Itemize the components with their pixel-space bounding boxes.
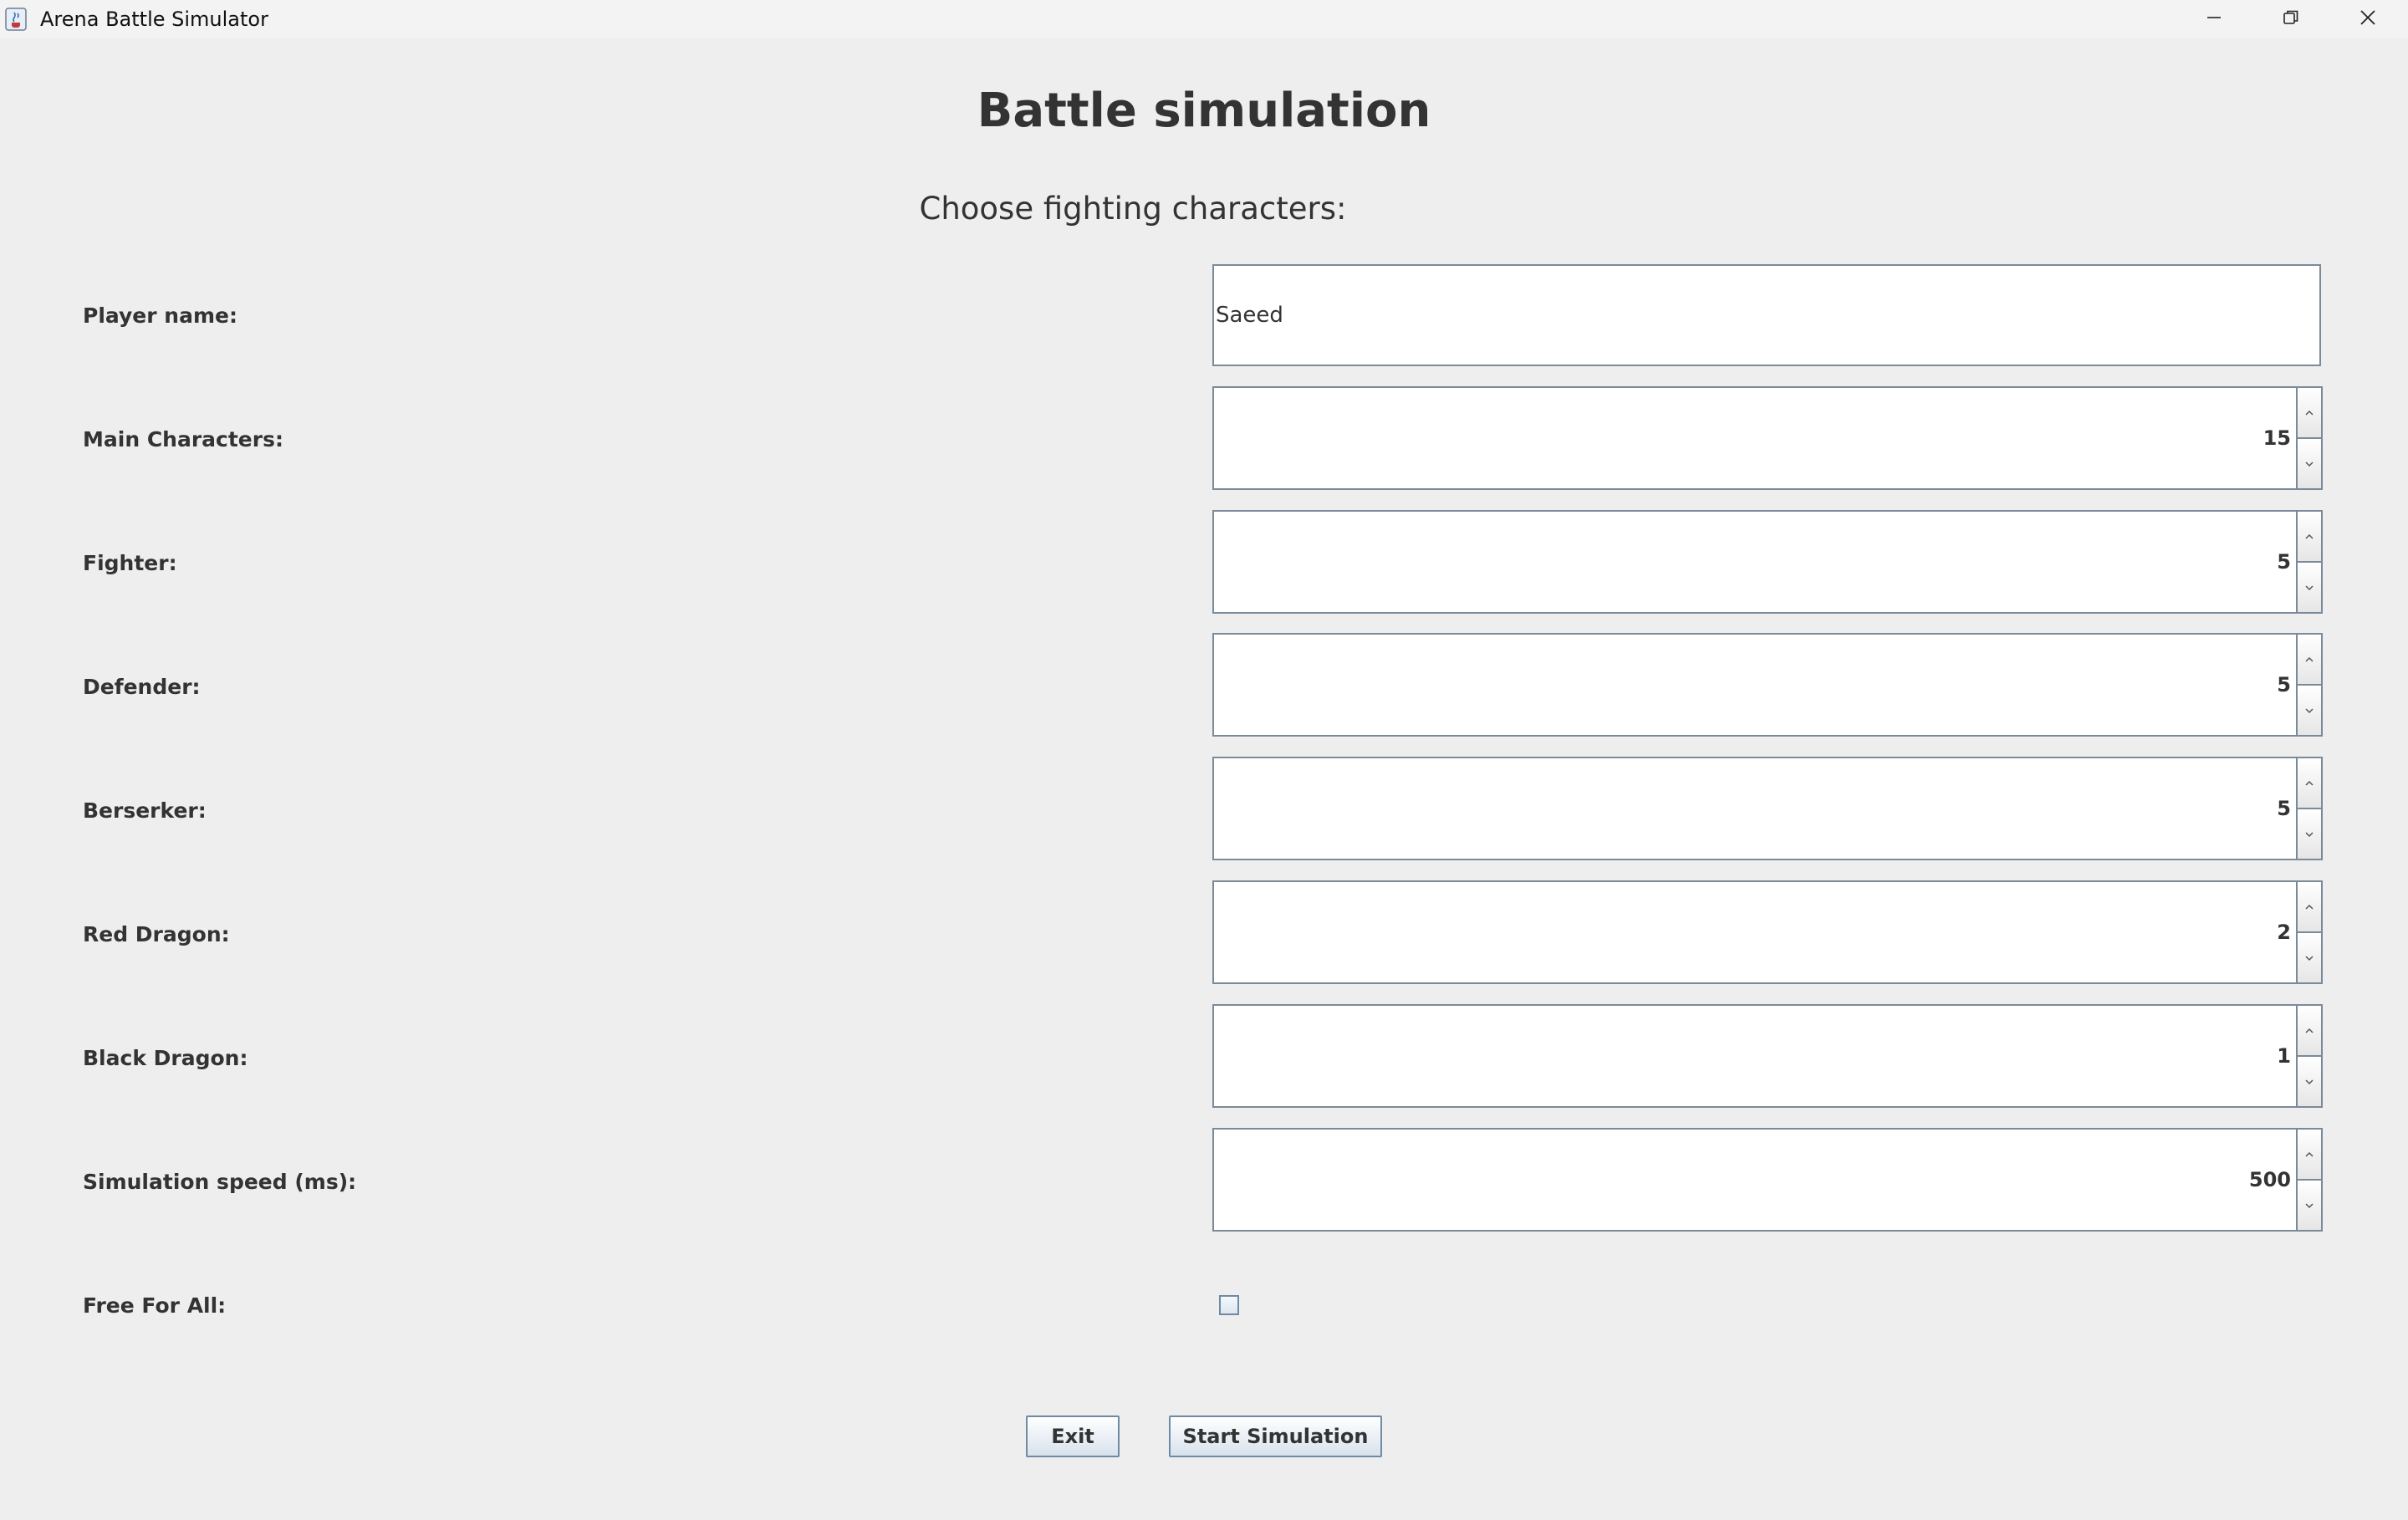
close-button[interactable] bbox=[2329, 0, 2406, 38]
chevron-up-icon bbox=[2303, 899, 2315, 915]
window-title: Arena Battle Simulator bbox=[40, 8, 268, 31]
defender-spinner[interactable]: 5 bbox=[1212, 633, 2323, 737]
player-name-label: Player name: bbox=[83, 303, 237, 328]
chevron-down-icon bbox=[2303, 579, 2315, 595]
berserker-spinner[interactable]: 5 bbox=[1212, 757, 2323, 860]
red-dragon-decrement-button[interactable] bbox=[2298, 933, 2321, 982]
chevron-up-icon bbox=[2303, 651, 2315, 667]
red-dragon-value[interactable]: 2 bbox=[1214, 882, 2296, 982]
chevron-down-icon bbox=[2303, 702, 2315, 718]
simulation-speed-decrement-button[interactable] bbox=[2298, 1181, 2321, 1230]
chevron-down-icon bbox=[2303, 456, 2315, 472]
fighter-value[interactable]: 5 bbox=[1214, 512, 2296, 612]
java-cup-icon bbox=[3, 7, 28, 32]
window-titlebar: Arena Battle Simulator bbox=[0, 0, 2408, 38]
player-name-input[interactable] bbox=[1214, 302, 2319, 329]
free-for-all-label: Free For All: bbox=[83, 1293, 227, 1318]
defender-increment-button[interactable] bbox=[2298, 635, 2321, 686]
black-dragon-decrement-button[interactable] bbox=[2298, 1057, 2321, 1106]
minimize-icon bbox=[2206, 9, 2222, 29]
black-dragon-spinner[interactable]: 1 bbox=[1212, 1004, 2323, 1108]
player-name-field[interactable] bbox=[1212, 264, 2321, 366]
simulation-speed-value[interactable]: 500 bbox=[1214, 1130, 2296, 1230]
defender-label: Defender: bbox=[83, 675, 201, 699]
berserker-decrement-button[interactable] bbox=[2298, 809, 2321, 859]
main-characters-increment-button[interactable] bbox=[2298, 388, 2321, 439]
simulation-speed-label: Simulation speed (ms): bbox=[83, 1170, 357, 1194]
chevron-down-icon bbox=[2303, 826, 2315, 842]
chevron-up-icon bbox=[2303, 405, 2315, 421]
fighter-label: Fighter: bbox=[83, 551, 177, 575]
black-dragon-value[interactable]: 1 bbox=[1214, 1006, 2296, 1106]
chevron-up-icon bbox=[2303, 1023, 2315, 1038]
chevron-up-icon bbox=[2303, 528, 2315, 544]
chevron-down-icon bbox=[2303, 1197, 2315, 1213]
page-title: Battle simulation bbox=[977, 84, 1431, 138]
free-for-all-checkbox[interactable] bbox=[1219, 1295, 1239, 1315]
black-dragon-increment-button[interactable] bbox=[2298, 1006, 2321, 1057]
minimize-button[interactable] bbox=[2176, 0, 2252, 38]
fighter-decrement-button[interactable] bbox=[2298, 563, 2321, 612]
defender-decrement-button[interactable] bbox=[2298, 686, 2321, 735]
main-characters-label: Main Characters: bbox=[83, 427, 283, 451]
berserker-increment-button[interactable] bbox=[2298, 758, 2321, 809]
chevron-down-icon bbox=[2303, 950, 2315, 966]
page-subtitle: Choose fighting characters: bbox=[919, 191, 1347, 227]
chevron-up-icon bbox=[2303, 1146, 2315, 1162]
exit-button[interactable]: Exit bbox=[1026, 1415, 1120, 1457]
red-dragon-spinner[interactable]: 2 bbox=[1212, 880, 2323, 984]
black-dragon-label: Black Dragon: bbox=[83, 1046, 248, 1070]
simulation-speed-increment-button[interactable] bbox=[2298, 1130, 2321, 1181]
simulation-speed-spinner[interactable]: 500 bbox=[1212, 1128, 2323, 1232]
restore-icon bbox=[2282, 8, 2300, 30]
close-icon bbox=[2359, 8, 2377, 30]
defender-value[interactable]: 5 bbox=[1214, 635, 2296, 735]
red-dragon-label: Red Dragon: bbox=[83, 922, 230, 946]
main-characters-value[interactable]: 15 bbox=[1214, 388, 2296, 488]
restore-button[interactable] bbox=[2252, 0, 2329, 38]
main-characters-spinner[interactable]: 15 bbox=[1212, 386, 2323, 490]
chevron-up-icon bbox=[2303, 775, 2315, 791]
berserker-value[interactable]: 5 bbox=[1214, 758, 2296, 859]
chevron-down-icon bbox=[2303, 1074, 2315, 1089]
main-characters-decrement-button[interactable] bbox=[2298, 439, 2321, 488]
red-dragon-increment-button[interactable] bbox=[2298, 882, 2321, 933]
fighter-spinner[interactable]: 5 bbox=[1212, 510, 2323, 614]
start-simulation-button[interactable]: Start Simulation bbox=[1169, 1415, 1382, 1457]
fighter-increment-button[interactable] bbox=[2298, 512, 2321, 563]
berserker-label: Berserker: bbox=[83, 798, 207, 823]
